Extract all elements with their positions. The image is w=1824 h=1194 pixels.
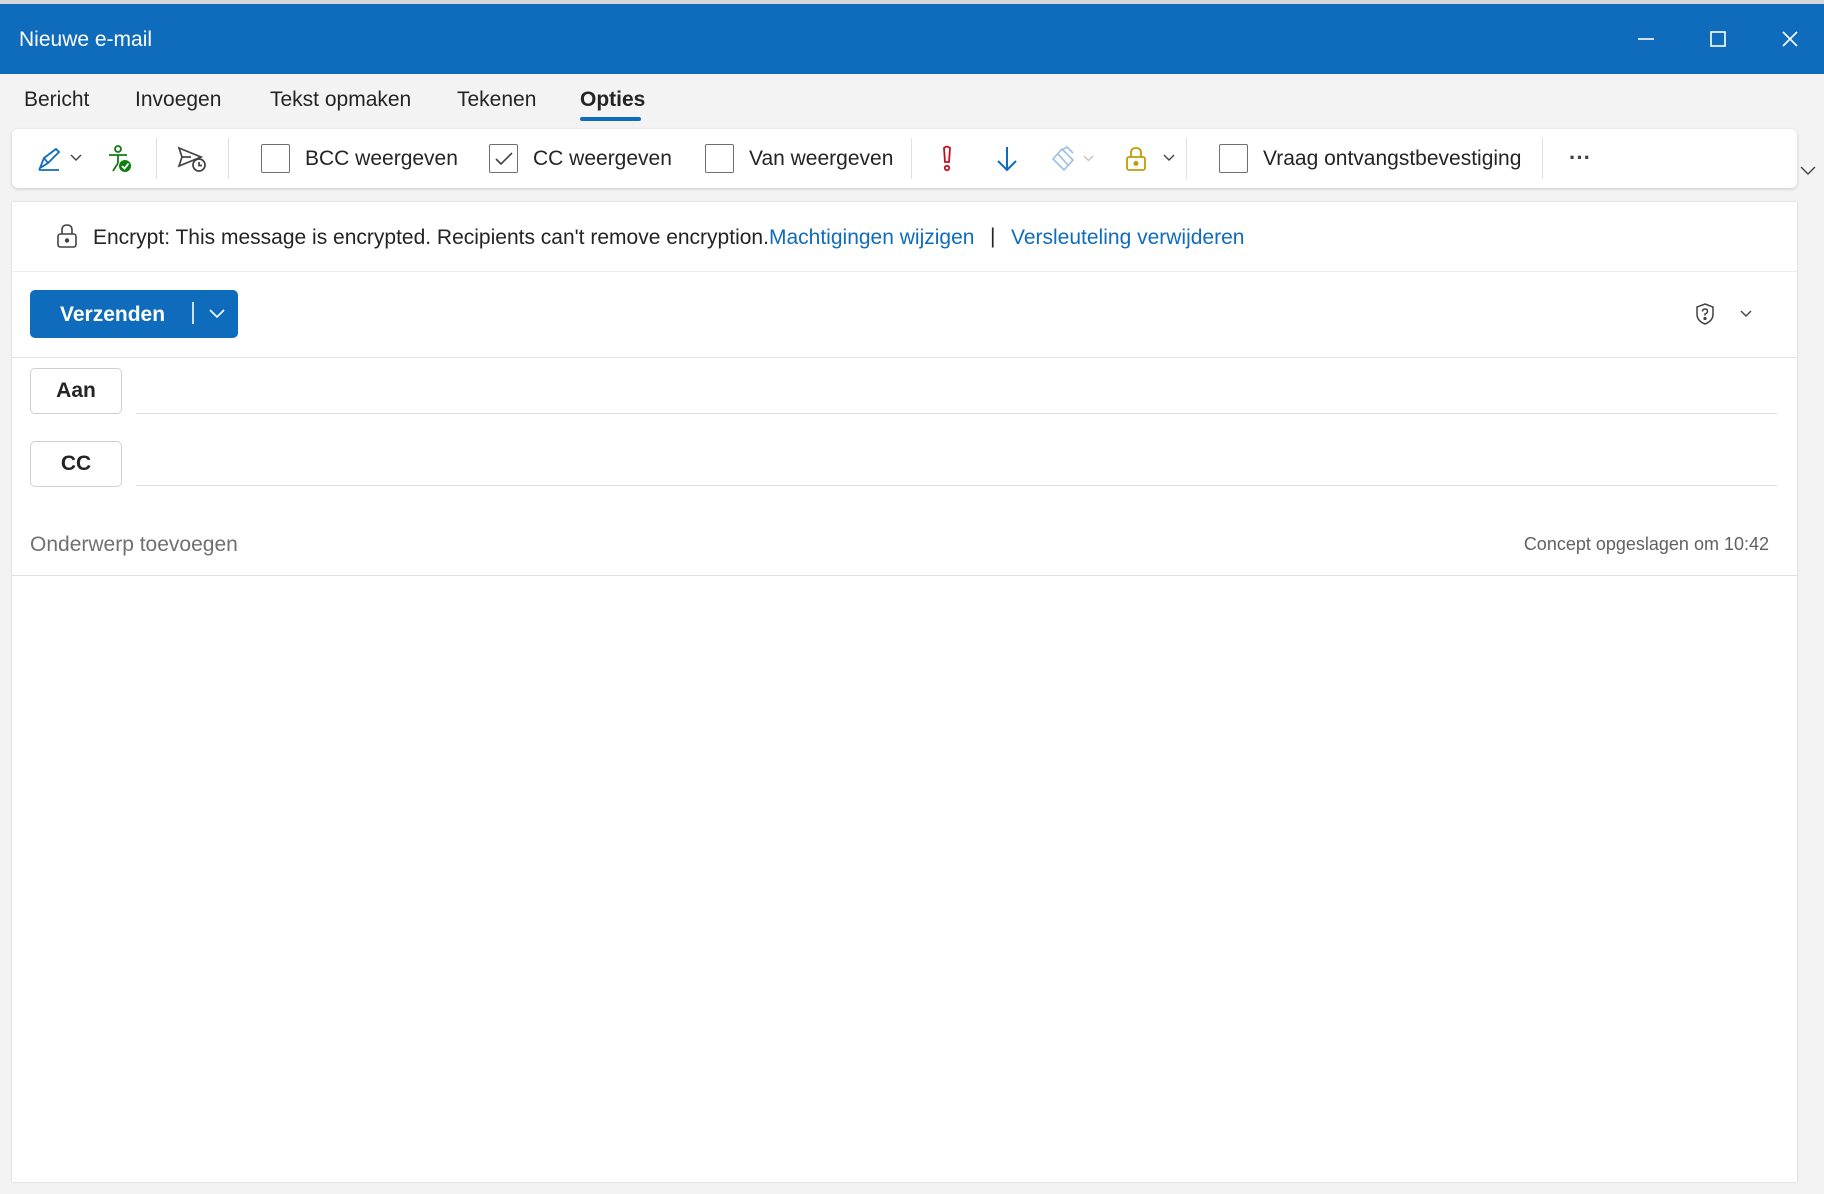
tab-opties[interactable]: Opties <box>580 88 645 112</box>
close-icon <box>1782 31 1798 47</box>
send-options-dropdown[interactable] <box>195 290 238 338</box>
sensitivity-shield-button[interactable] <box>1692 300 1718 328</box>
window-title: Nieuwe e-mail <box>19 28 153 51</box>
separator <box>1542 138 1543 179</box>
signature-button[interactable] <box>34 144 64 174</box>
separator <box>1186 138 1187 179</box>
separator <box>911 138 912 179</box>
encrypt-dropdown[interactable] <box>1161 149 1177 167</box>
more-options-button[interactable]: ··· <box>1562 141 1598 175</box>
van-checkbox[interactable] <box>705 144 734 173</box>
shield-question-icon <box>1696 303 1714 325</box>
lock-icon <box>57 224 77 248</box>
signature-dropdown[interactable] <box>68 149 84 167</box>
to-button[interactable]: Aan <box>30 368 122 414</box>
active-tab-indicator <box>580 117 641 121</box>
separator <box>228 138 229 179</box>
close-button[interactable] <box>1754 4 1824 74</box>
ribbon-toolbar: BCC weergeven CC weergeven Van weergeven <box>12 129 1797 188</box>
tab-tekenen[interactable]: Tekenen <box>457 88 536 112</box>
sensitivity-icon <box>1051 145 1075 172</box>
signature-pen-icon <box>38 147 61 171</box>
encryption-infobar: Encrypt: This message is encrypted. Reci… <box>12 202 1797 272</box>
maximize-icon <box>1710 31 1726 47</box>
sensitivity-dropdown[interactable] <box>1081 151 1095 165</box>
importance-high-icon <box>943 145 951 172</box>
van-label[interactable]: Van weergeven <box>749 147 893 171</box>
chevron-down-icon <box>1800 166 1816 175</box>
read-receipt-label[interactable]: Vraag ontvangstbevestiging <box>1263 147 1521 171</box>
subject-row: Concept opgeslagen om 10:42 <box>12 514 1797 576</box>
encryption-message: Encrypt: This message is encrypted. Reci… <box>93 226 769 249</box>
minimize-button[interactable] <box>1610 4 1682 74</box>
accessibility-checker-icon <box>109 145 131 172</box>
change-permissions-link[interactable]: Machtigingen wijzigen <box>769 226 974 250</box>
read-receipt-checkbox[interactable] <box>1219 144 1248 173</box>
delay-delivery-icon <box>177 146 206 172</box>
tab-bericht[interactable]: Bericht <box>24 88 89 112</box>
sensitivity-shield-dropdown[interactable] <box>1738 306 1754 322</box>
send-label: Verzenden <box>60 303 166 326</box>
tab-tekst-opmaken[interactable]: Tekst opmaken <box>270 88 411 112</box>
checkmark-icon <box>494 151 513 165</box>
separator <box>156 138 157 179</box>
cc-label[interactable]: CC weergeven <box>533 147 672 171</box>
importance-high-button[interactable] <box>936 143 958 175</box>
ribbon-tabs: Bericht Invoegen Tekst opmaken Tekenen O… <box>0 74 1824 126</box>
chevron-down-icon <box>208 309 225 319</box>
send-row: Verzenden <box>12 272 1797 358</box>
encrypt-lock-icon <box>1126 147 1146 171</box>
chevron-down-icon <box>1740 310 1752 317</box>
cc-field[interactable] <box>136 440 1777 486</box>
subject-input[interactable] <box>30 530 1130 560</box>
cc-checkbox[interactable] <box>489 144 518 173</box>
tab-invoegen[interactable]: Invoegen <box>135 88 221 112</box>
title-bar: Nieuwe e-mail <box>0 4 1824 74</box>
minimize-icon <box>1638 38 1654 40</box>
importance-low-button[interactable] <box>992 143 1022 175</box>
chevron-down-icon <box>1163 154 1175 161</box>
send-button[interactable]: Verzenden <box>30 290 238 338</box>
remove-encryption-link[interactable]: Versleuteling verwijderen <box>1011 226 1244 250</box>
compose-panel: Encrypt: This message is encrypted. Reci… <box>12 202 1797 1182</box>
ribbon-collapse-button[interactable] <box>1800 163 1818 181</box>
draft-saved-status: Concept opgeslagen om 10:42 <box>1523 534 1769 554</box>
chevron-down-icon <box>70 154 82 161</box>
importance-low-icon <box>997 147 1017 172</box>
sensitivity-button[interactable] <box>1048 143 1078 175</box>
chevron-down-icon <box>1083 155 1093 161</box>
encrypt-button[interactable] <box>1122 143 1150 175</box>
bcc-checkbox[interactable] <box>261 144 290 173</box>
maximize-button[interactable] <box>1682 4 1754 74</box>
cc-button[interactable]: CC <box>30 441 122 487</box>
message-body[interactable] <box>12 576 1797 1182</box>
bcc-label[interactable]: BCC weergeven <box>305 147 458 171</box>
delay-delivery-button[interactable] <box>176 144 208 174</box>
accessibility-checker-button[interactable] <box>104 143 134 175</box>
send-divider <box>192 302 194 324</box>
link-separator: | <box>990 225 996 248</box>
to-field[interactable] <box>136 368 1777 414</box>
